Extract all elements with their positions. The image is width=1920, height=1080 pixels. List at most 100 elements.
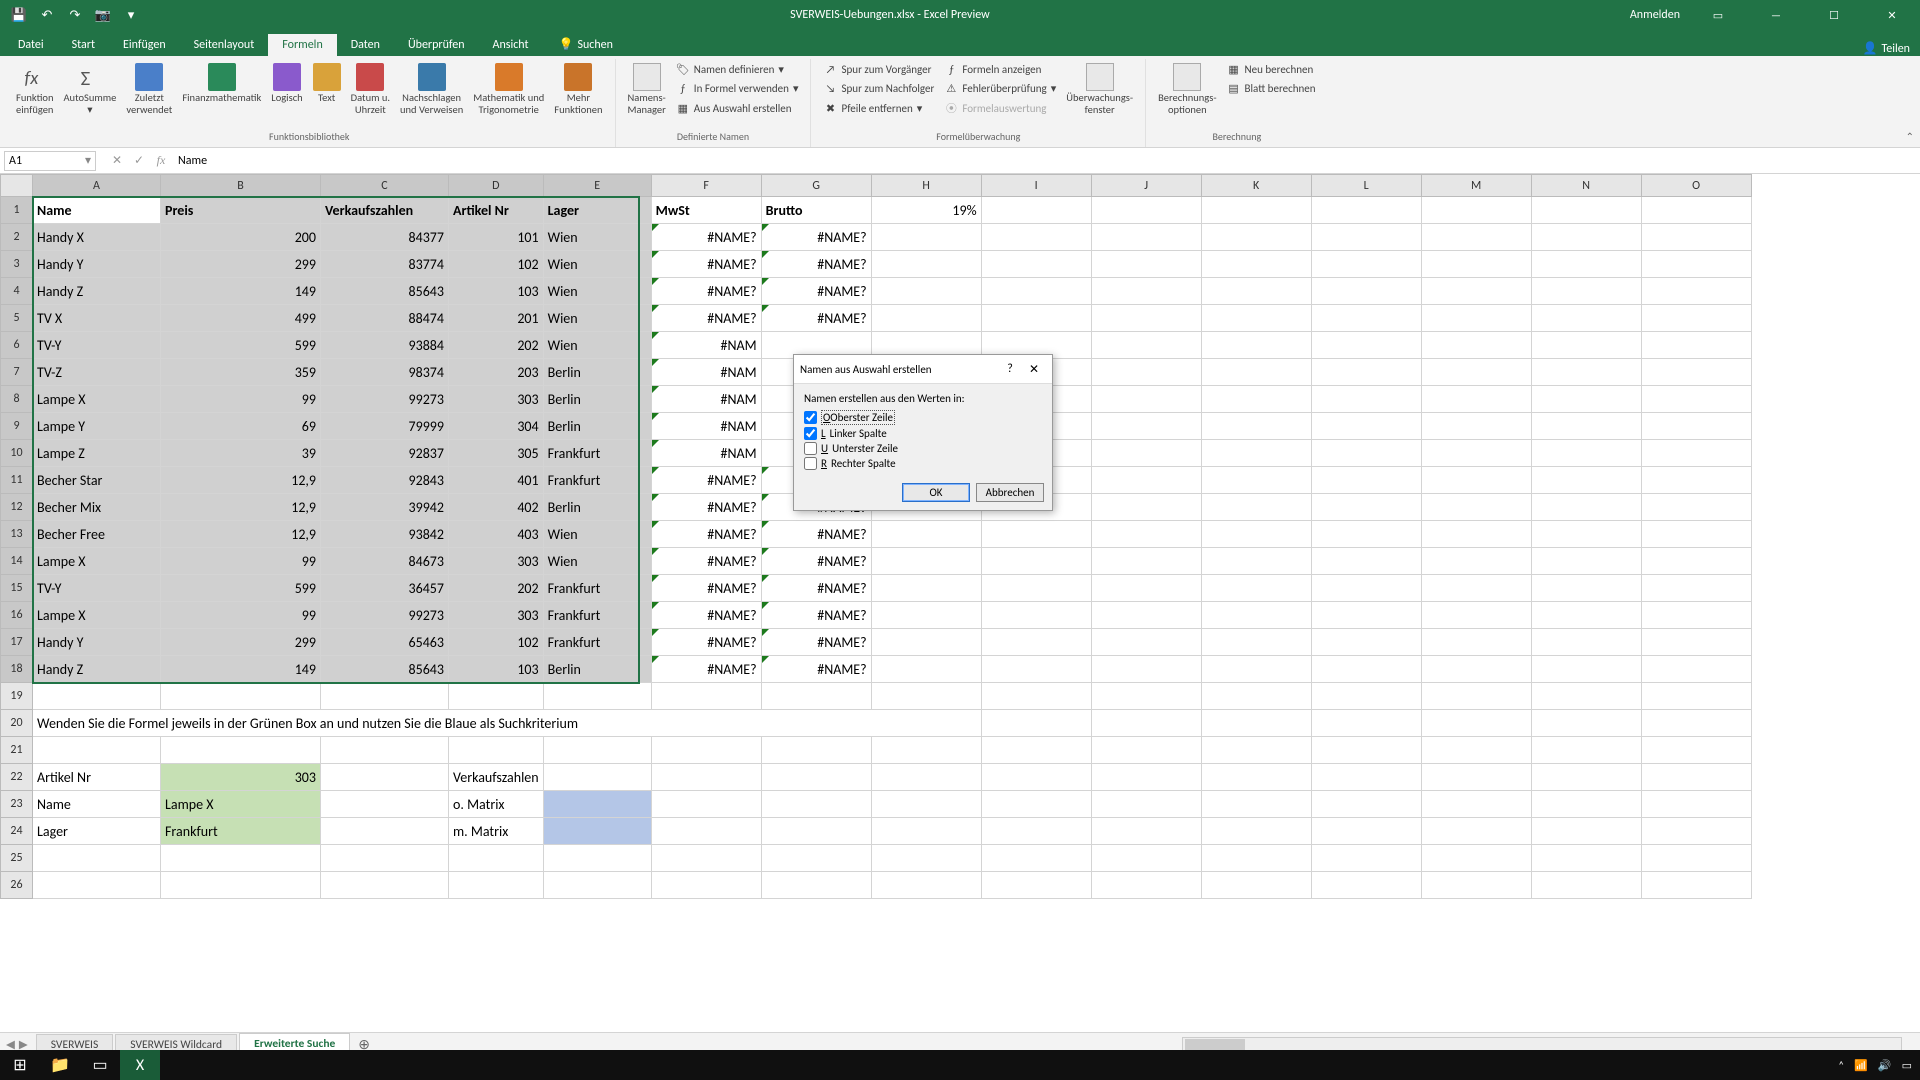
cell[interactable] (1531, 332, 1641, 359)
insert-function-button[interactable]: fxFunktion einfügen (12, 61, 57, 118)
cell[interactable] (981, 683, 1091, 710)
cell[interactable] (761, 872, 871, 899)
recently-used-button[interactable]: Zuletzt verwendet (122, 61, 176, 118)
show-formulas-button[interactable]: ƒFormeln anzeigen (940, 61, 1060, 78)
cell-G5[interactable]: #NAME? (761, 305, 871, 332)
row-header-18[interactable]: 18 (1, 656, 33, 683)
cell-H18[interactable] (871, 656, 981, 683)
cell[interactable] (1311, 845, 1421, 872)
cell-B11[interactable]: 12,9 (161, 467, 321, 494)
cell-D10[interactable]: 305 (449, 440, 544, 467)
cell[interactable] (1531, 521, 1641, 548)
cell-C15[interactable]: 36457 (321, 575, 449, 602)
cell[interactable] (1201, 818, 1311, 845)
cell-H1[interactable]: 19% (871, 197, 981, 224)
cell[interactable] (1091, 359, 1201, 386)
cell-A1[interactable]: Name (33, 197, 161, 224)
cell[interactable] (1421, 548, 1531, 575)
cell[interactable] (1311, 710, 1421, 737)
cell[interactable] (1531, 467, 1641, 494)
cell[interactable] (981, 602, 1091, 629)
cell-B22[interactable]: 303 (161, 764, 321, 791)
cell[interactable] (1531, 494, 1641, 521)
cell[interactable] (1421, 737, 1531, 764)
cell-H14[interactable] (871, 548, 981, 575)
cell[interactable] (1531, 278, 1641, 305)
col-header-N[interactable]: N (1531, 175, 1641, 197)
language-indicator[interactable]: ▭ (1902, 1059, 1912, 1072)
cell-C4[interactable]: 85643 (321, 278, 449, 305)
cell[interactable] (1531, 764, 1641, 791)
cell[interactable] (543, 683, 651, 710)
cell[interactable] (1201, 332, 1311, 359)
cell-H4[interactable] (871, 278, 981, 305)
cell-F1[interactable]: MwSt (651, 197, 761, 224)
financial-button[interactable]: Finanzmathematik (178, 61, 265, 118)
cell[interactable] (1641, 602, 1751, 629)
cell[interactable] (1641, 440, 1751, 467)
date-time-button[interactable]: Datum u. Uhrzeit (347, 61, 394, 118)
cell[interactable] (1201, 521, 1311, 548)
cell[interactable] (1311, 467, 1421, 494)
cell-A12[interactable]: Becher Mix (33, 494, 161, 521)
cell[interactable] (1531, 386, 1641, 413)
cell-F7[interactable]: #NAM (651, 359, 761, 386)
cell-G17[interactable]: #NAME? (761, 629, 871, 656)
cell[interactable] (981, 845, 1091, 872)
left-col-checkbox[interactable]: LLinker Spalte (804, 426, 1042, 441)
cell[interactable] (1091, 224, 1201, 251)
cell[interactable] (981, 656, 1091, 683)
cell[interactable] (161, 737, 321, 764)
cell[interactable] (1641, 278, 1751, 305)
cell-G16[interactable]: #NAME? (761, 602, 871, 629)
ribbon-mode-icon[interactable]: ▭ (1698, 1, 1738, 29)
cell[interactable] (33, 737, 161, 764)
col-header-L[interactable]: L (1311, 175, 1421, 197)
cell[interactable] (1311, 764, 1421, 791)
cell[interactable] (1201, 683, 1311, 710)
row-header-10[interactable]: 10 (1, 440, 33, 467)
cell-A3[interactable]: Handy Y (33, 251, 161, 278)
cell[interactable] (1421, 710, 1531, 737)
cell-F3[interactable]: #NAME? (651, 251, 761, 278)
cell-A20[interactable]: Wenden Sie die Formel jeweils in der Grü… (33, 710, 982, 737)
cell[interactable] (1421, 791, 1531, 818)
cell[interactable] (1641, 494, 1751, 521)
cell-D5[interactable]: 201 (449, 305, 544, 332)
cell[interactable] (1201, 413, 1311, 440)
cell-E2[interactable]: Wien (543, 224, 651, 251)
cell[interactable] (1421, 872, 1531, 899)
cell-D12[interactable]: 402 (449, 494, 544, 521)
cell-F2[interactable]: #NAME? (651, 224, 761, 251)
error-checking-button[interactable]: ⚠Fehlerüberprüfung ▾ (940, 80, 1060, 97)
cell[interactable] (1531, 845, 1641, 872)
cell[interactable] (161, 683, 321, 710)
cell-E18[interactable]: Berlin (543, 656, 651, 683)
col-header-G[interactable]: G (761, 175, 871, 197)
cell-C5[interactable]: 88474 (321, 305, 449, 332)
cell[interactable] (1531, 602, 1641, 629)
cell-D9[interactable]: 304 (449, 413, 544, 440)
cell-F11[interactable]: #NAME? (651, 467, 761, 494)
cell-F9[interactable]: #NAM (651, 413, 761, 440)
cell[interactable] (1531, 737, 1641, 764)
cell[interactable] (1091, 413, 1201, 440)
cell[interactable] (981, 737, 1091, 764)
cell-D8[interactable]: 303 (449, 386, 544, 413)
cell[interactable] (981, 791, 1091, 818)
cell[interactable] (1421, 386, 1531, 413)
cell[interactable] (871, 791, 981, 818)
cell-D16[interactable]: 303 (449, 602, 544, 629)
cell[interactable] (871, 818, 981, 845)
cell[interactable] (981, 548, 1091, 575)
cell[interactable] (321, 791, 449, 818)
cell[interactable] (543, 764, 651, 791)
cell[interactable] (761, 683, 871, 710)
cell[interactable] (1421, 575, 1531, 602)
cell[interactable] (981, 278, 1091, 305)
cell-A24[interactable]: Lager (33, 818, 161, 845)
signin-link[interactable]: Anmelden (1630, 8, 1680, 22)
cell[interactable] (1531, 224, 1641, 251)
watch-window-button[interactable]: Überwachungs- fenster (1062, 61, 1137, 118)
cell-C6[interactable]: 93884 (321, 332, 449, 359)
